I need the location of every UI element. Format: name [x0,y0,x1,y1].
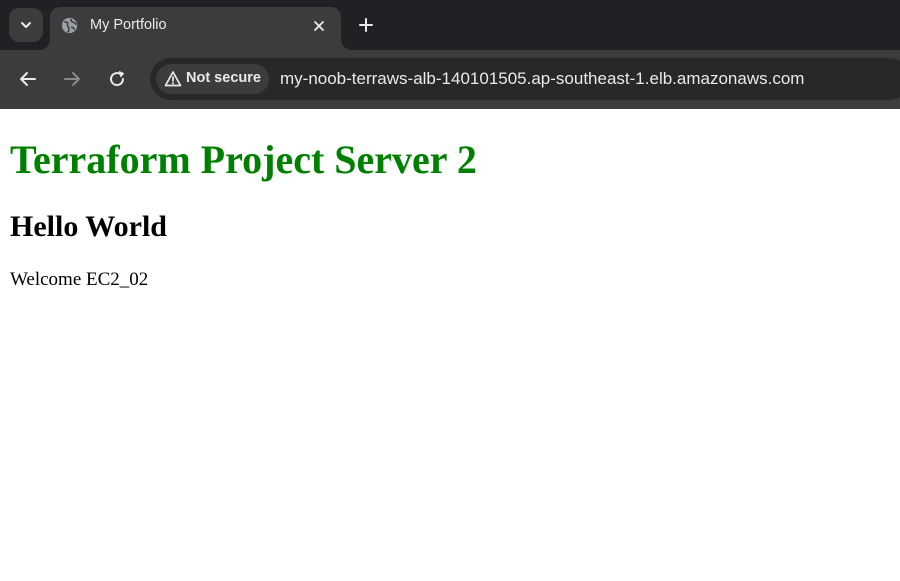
security-label: Not secure [186,70,261,86]
plus-icon [359,18,373,32]
active-tab[interactable]: My Portfolio [40,7,351,50]
tab-strip: My Portfolio [0,0,900,50]
tab-close-button[interactable] [308,15,330,37]
new-tab-button[interactable] [353,12,379,38]
close-icon [314,21,324,31]
security-chip[interactable]: Not secure [156,64,269,94]
arrow-right-icon [64,72,80,86]
page-title: Terraform Project Server 2 [10,137,477,182]
chevron-down-icon [21,22,31,28]
address-bar[interactable]: Not secure my-noob-terraws-alb-140101505… [150,58,900,100]
browser-toolbar: Not secure my-noob-terraws-alb-140101505… [0,50,900,109]
arrow-left-icon [20,72,36,86]
tab-title: My Portfolio [90,17,167,33]
welcome-text: Welcome EC2_02 [10,269,149,290]
globe-icon [61,17,78,34]
back-button[interactable] [14,65,42,93]
reload-button[interactable] [103,65,131,93]
tab-search-button[interactable] [9,8,43,42]
reload-icon [110,71,125,87]
page-content: Terraform Project Server 2 Hello World W… [0,109,900,581]
warning-triangle-icon [164,71,182,87]
url-text[interactable]: my-noob-terraws-alb-140101505.ap-southea… [280,69,804,89]
forward-button[interactable] [58,65,86,93]
page-heading: Hello World [10,210,167,243]
